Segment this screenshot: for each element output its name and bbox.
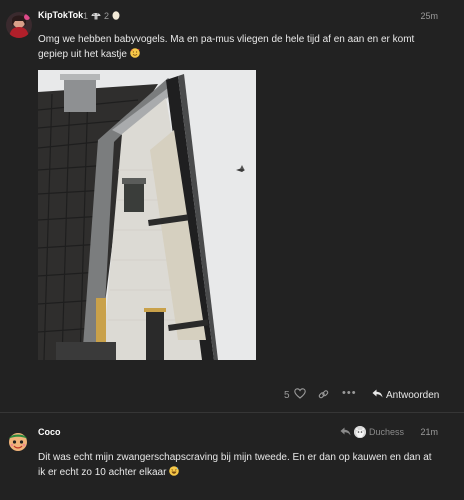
- post-text: Dit was echt mijn zwangerschapscraving b…: [38, 452, 432, 478]
- post-body: Omg we hebben babyvogels. Ma en pa-mus v…: [38, 32, 440, 62]
- post-text: Omg we hebben babyvogels. Ma en pa-mus v…: [38, 34, 415, 60]
- badge-count-1: 1: [83, 11, 89, 21]
- post-actions: 5 ••• Antwoorden: [280, 387, 440, 405]
- avatar[interactable]: [6, 12, 32, 38]
- avatar[interactable]: [6, 430, 30, 454]
- user-badges: 1 2: [83, 10, 120, 22]
- reply-label: Antwoorden: [386, 389, 440, 401]
- heart-icon[interactable]: [294, 388, 306, 402]
- mushroom-badge-icon: [91, 11, 101, 22]
- username[interactable]: KipTokTok: [38, 10, 83, 20]
- link-icon[interactable]: [318, 389, 329, 403]
- post-body: Dit was echt mijn zwangerschapscraving b…: [38, 450, 440, 480]
- reply-button[interactable]: Antwoorden: [372, 389, 439, 401]
- timestamp[interactable]: 21m: [420, 427, 438, 437]
- grinning-sweat-face-icon: [169, 466, 179, 476]
- reply-to-avatar: [354, 426, 366, 438]
- like-count[interactable]: 5: [284, 390, 290, 401]
- badge-count-2: 2: [104, 11, 110, 21]
- username[interactable]: Coco: [38, 427, 61, 437]
- egg-badge-icon: [112, 10, 120, 22]
- post-divider: [0, 412, 464, 413]
- reply-arrow-icon: [372, 389, 383, 401]
- post: KipTokTok 1 2 25m Omg we hebben babyvoge…: [0, 0, 464, 412]
- reply-to-indicator[interactable]: Duchess: [340, 426, 404, 438]
- reply-to-username: Duchess: [369, 427, 405, 437]
- reply-to-arrow-icon: [340, 427, 351, 438]
- timestamp[interactable]: 25m: [420, 11, 438, 21]
- post-photo[interactable]: [38, 70, 256, 360]
- smiling-face-with-hearts-icon: [129, 48, 140, 58]
- more-icon[interactable]: •••: [342, 387, 357, 399]
